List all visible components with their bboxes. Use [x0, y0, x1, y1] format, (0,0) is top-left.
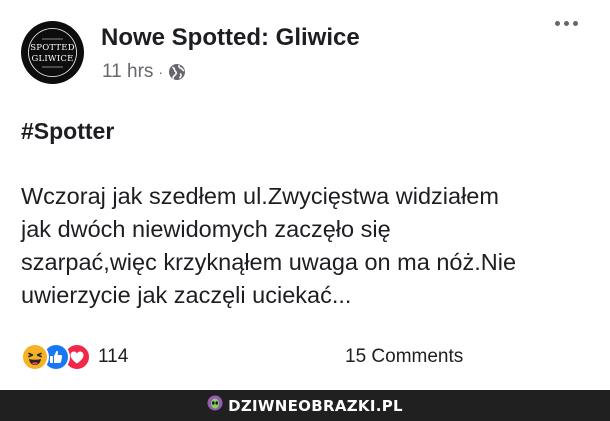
- avatar-text-spotted: SPOTTED: [30, 43, 75, 53]
- post-body-line: szarpać,więc krzyknąłem uwaga on ma nóż.…: [21, 249, 517, 275]
- more-options-icon[interactable]: [555, 21, 578, 26]
- reactions-summary[interactable]: 114: [21, 343, 128, 371]
- hashtag-link[interactable]: #Spotter: [21, 118, 114, 145]
- comments-count-link[interactable]: 15 Comments: [345, 346, 463, 368]
- avatar-text-gliwice: GLIWICE: [31, 54, 74, 64]
- watermark-bar: DZIWNEOBRAZKI.PL: [0, 390, 610, 421]
- post-body: Wczoraj jak szedłem ul.Zwycięstwa widzia…: [21, 180, 596, 312]
- page-name-link[interactable]: Nowe Spotted: Gliwice: [101, 24, 360, 52]
- reaction-count: 114: [98, 346, 129, 367]
- post-body-line: uwierzycie jak zaczęli uciekać...: [21, 282, 352, 308]
- watermark[interactable]: DZIWNEOBRAZKI.PL: [207, 395, 403, 416]
- post-body-line: jak dwóch niewidomych zaczęło się: [21, 216, 391, 242]
- globe-icon: [168, 63, 186, 81]
- more-dot: [573, 21, 578, 26]
- more-dot: [564, 21, 569, 26]
- alien-logo-icon: [207, 395, 223, 416]
- watermark-text: DZIWNEOBRAZKI.PL: [228, 396, 403, 415]
- more-dot: [555, 21, 560, 26]
- page-avatar[interactable]: SPOTTED GLIWICE: [21, 21, 84, 84]
- facebook-post: SPOTTED GLIWICE Nowe Spotted: Gliwice 11…: [0, 0, 610, 390]
- post-meta: 11 hrs ·: [102, 60, 186, 84]
- post-body-line: Wczoraj jak szedłem ul.Zwycięstwa widzia…: [21, 183, 499, 209]
- meta-separator: ·: [158, 64, 164, 80]
- post-timestamp[interactable]: 11 hrs: [102, 61, 153, 83]
- haha-reaction-icon: [21, 343, 49, 371]
